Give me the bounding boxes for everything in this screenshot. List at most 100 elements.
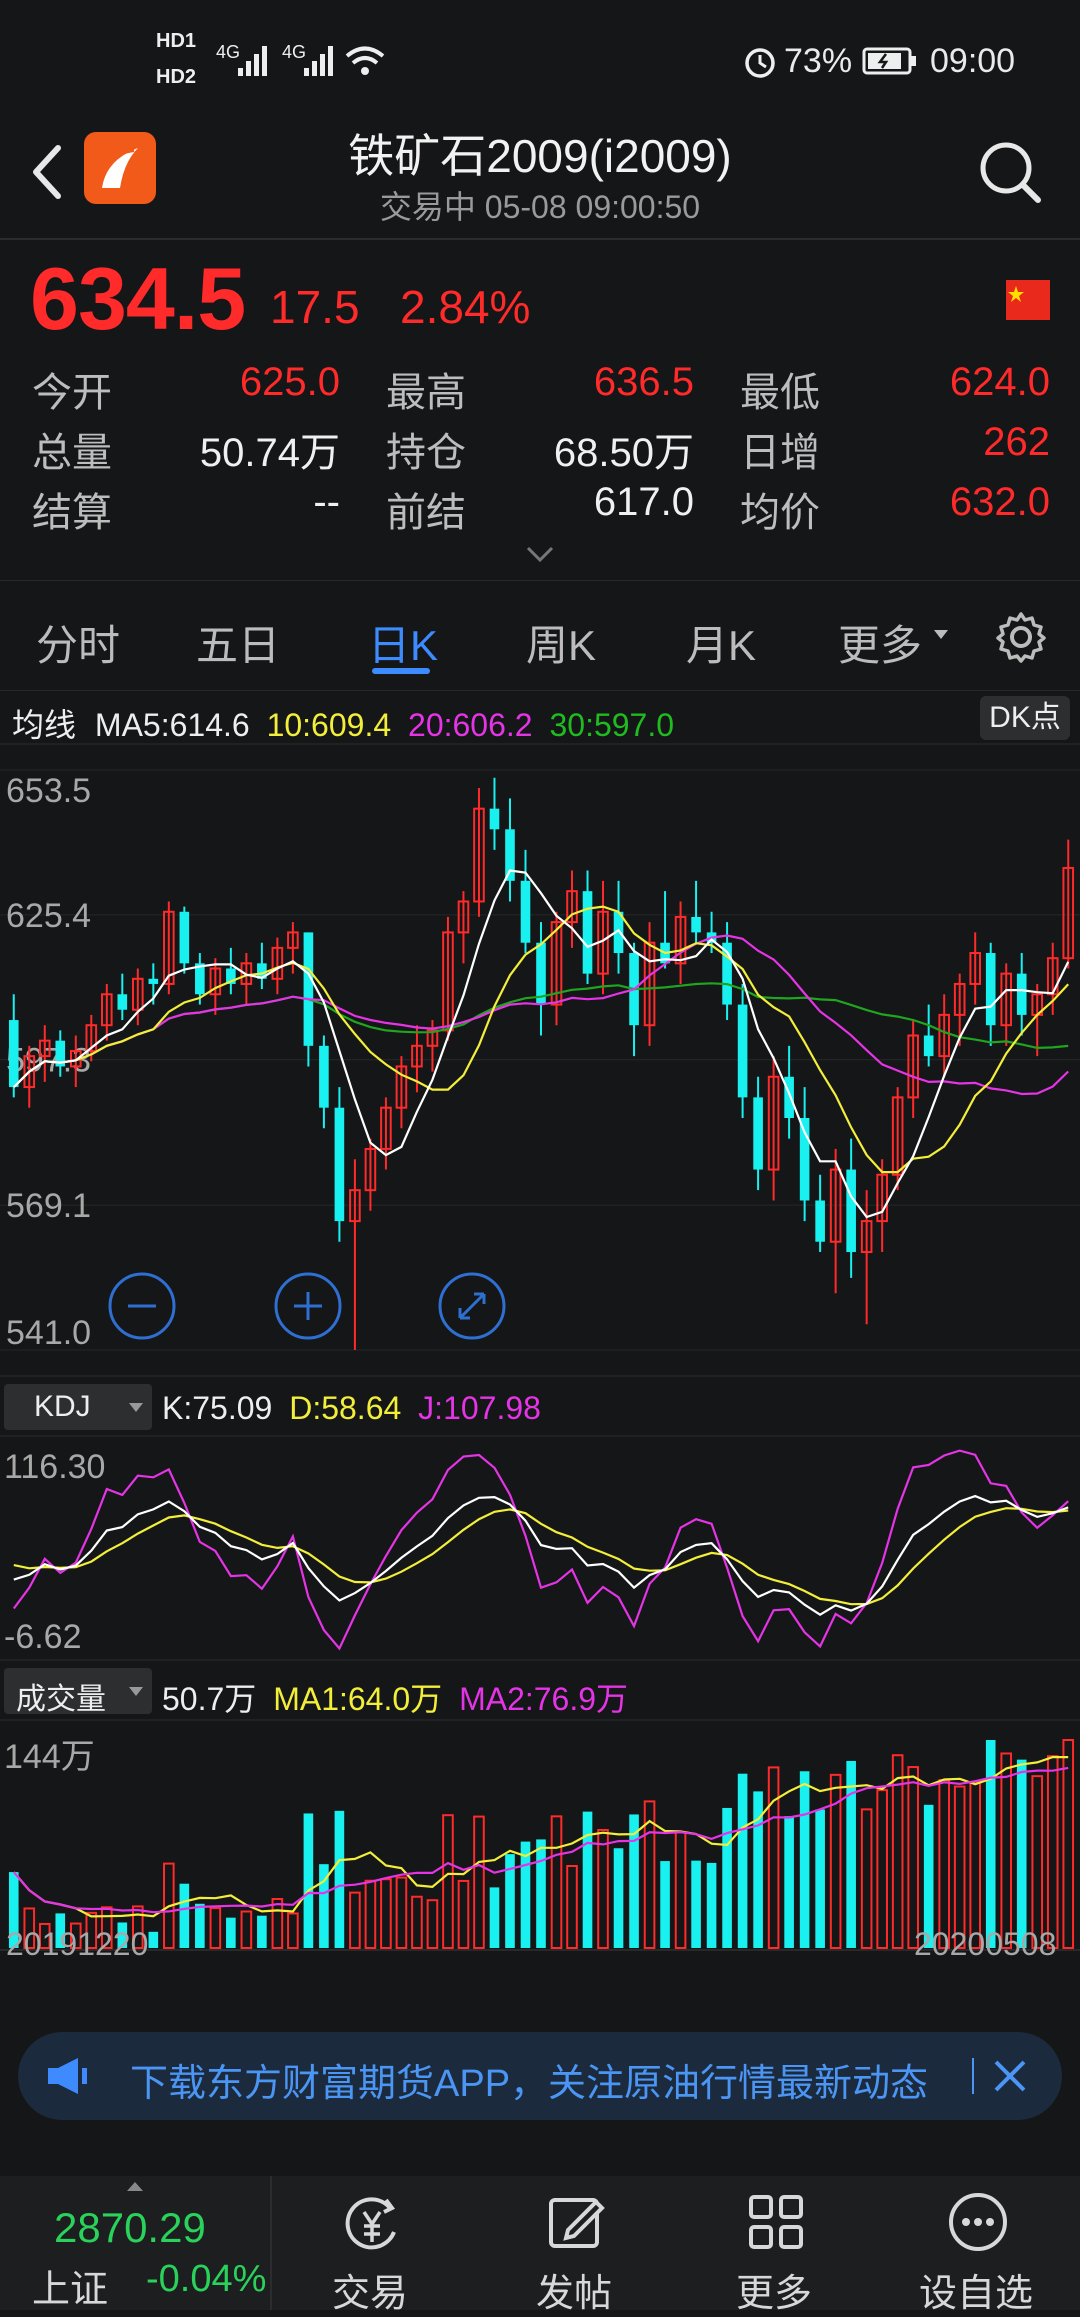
stat-label-daily-increase: 日增 (740, 431, 820, 475)
candle-body-down (8, 1020, 19, 1088)
tab-more[interactable]: 更多 (838, 612, 922, 673)
stat-value-daily-increase: 262 (983, 420, 1050, 464)
tab-weekly-k[interactable]: 周K (526, 612, 596, 673)
page-title: 铁矿石2009(i2009) (348, 130, 732, 182)
volume-bar-up (767, 1766, 780, 1950)
battery-percent: 73% (784, 42, 853, 80)
tab-daily-k[interactable]: 日K (368, 612, 438, 673)
kdj-d-line (13, 1507, 1069, 1606)
nav-trade[interactable]: 交易 (270, 2176, 470, 2315)
volume-bar-up (271, 1898, 284, 1950)
promo-banner[interactable]: 下载东方财富期货APP，关注原油行情最新动态 (18, 2032, 1062, 2120)
expand-chevron-icon[interactable] (524, 544, 556, 566)
volume-bar-down (691, 1860, 701, 1948)
volume-bar-down (660, 1861, 670, 1948)
volume-bar-down (815, 1809, 825, 1948)
stat-label-low: 最低 (740, 371, 820, 415)
volume-bar-up (457, 1879, 470, 1949)
kdj-selector-label: KDJ (34, 1390, 91, 1423)
volume-bar-down (582, 1811, 593, 1948)
volume-bar-down (536, 1839, 546, 1948)
status-bar: HD1 HD2 4G 4G 73% 09:00 (0, 0, 1080, 120)
stat-label-settlement: 结算 (32, 491, 112, 535)
volume-bar-down (737, 1773, 748, 1948)
volume-bar-down (613, 1848, 624, 1948)
volume-bar-up (349, 1891, 361, 1949)
nav-more[interactable]: 更多 (674, 2176, 874, 2315)
candle-body-down (582, 891, 593, 974)
kdj-tick-label: 116.30 (4, 1448, 105, 1486)
end-date-label: 20200508 (914, 1926, 1057, 1962)
candle-body-down (334, 1107, 345, 1222)
trading-status: 交易中 05-08 09:00:50 (379, 189, 701, 225)
volume-bar-up (674, 1831, 687, 1950)
chart-area[interactable]: 均线 MA5:614.6 10:609.4 20:606.2 30:597.0 … (0, 690, 1080, 1980)
candle-body-down (303, 932, 314, 1046)
index-value: 2870.29 (54, 2204, 206, 2251)
kdj-k-value: K:75.09 (162, 1390, 273, 1426)
kdj-selector[interactable]: KDJ (4, 1384, 152, 1430)
index-ticker[interactable]: 2870.29 上证 -0.04% (0, 2176, 272, 2311)
tab-strip-peek (0, 2140, 1080, 2176)
volume-selector[interactable]: 成交量 (4, 1668, 152, 1716)
candle-body-down (117, 994, 128, 1010)
zoom-out-icon[interactable] (106, 1270, 178, 1342)
volume-bar-up (364, 1879, 377, 1950)
kdj-dropdown-icon (129, 1403, 143, 1412)
nav-trade-label: 交易 (331, 2273, 408, 2315)
nav-more-label: 更多 (735, 2273, 812, 2315)
volume-bar-down (520, 1841, 531, 1948)
volume-bar-up (969, 1781, 982, 1949)
volume-bar-up (442, 1814, 454, 1949)
close-icon[interactable] (990, 2056, 1030, 2096)
bottom-bar: 2870.29 上证 -0.04% 交易 发帖 更多 设自选 (0, 2176, 1080, 2315)
candle-body-down (784, 1076, 794, 1118)
stat-label-open: 今开 (32, 371, 112, 415)
signal-icon (238, 46, 267, 76)
candle-body-down (148, 978, 159, 984)
stat-value-open: 625.0 (239, 360, 340, 404)
volume-tick-label: 144万 (4, 1738, 95, 1776)
period-tabs: 分时 五日 日K 周K 月K 更多 (0, 582, 1080, 690)
stat-label-volume: 总量 (32, 431, 112, 475)
volume-ma2-value: MA2:76.9万 (459, 1681, 629, 1717)
stat-label-avg-price: 均价 (740, 491, 820, 535)
tab-five-day[interactable]: 五日 (196, 612, 280, 673)
fullscreen-icon[interactable] (436, 1270, 508, 1342)
zoom-in-icon[interactable] (272, 1270, 344, 1342)
volume-bar-up (473, 1815, 485, 1950)
dropdown-triangle-icon (934, 630, 948, 639)
volume-bar-down (985, 1740, 996, 1948)
volume-bar-down (846, 1760, 856, 1948)
stat-value-settlement: -- (313, 480, 340, 524)
candle-body-down (923, 1035, 934, 1057)
candle-body-down (489, 808, 500, 830)
megaphone-icon (48, 2058, 87, 2094)
stat-label-prev-settlement: 前结 (386, 491, 466, 535)
volume-bar-up (209, 1907, 222, 1949)
kdj-tick-label: -6.62 (4, 1618, 82, 1656)
stat-value-low: 624.0 (949, 360, 1050, 404)
settings-gear-icon[interactable] (994, 610, 1048, 664)
search-icon[interactable] (976, 138, 1046, 208)
yen-trade-icon (345, 2197, 396, 2250)
signal-icon-2 (304, 46, 333, 76)
tab-monthly-k[interactable]: 月K (686, 612, 756, 673)
tab-intraday[interactable]: 分时 (36, 612, 120, 673)
price-tick-label: 625.4 (6, 897, 91, 935)
volume-bar-up (380, 1878, 392, 1950)
volume-legend: 50.7万 MA1:64.0万 MA2:76.9万 (162, 1674, 628, 1720)
volume-bar-up (907, 1766, 919, 1950)
volume-bar-up (876, 1789, 888, 1949)
price-tick-label: 541.0 (6, 1314, 91, 1352)
volume-bar-up (566, 1865, 578, 1950)
volume-bar-down (195, 1903, 205, 1948)
volume-bar-up (1062, 1739, 1075, 1949)
nav-add-watchlist[interactable]: 设自选 (876, 2176, 1076, 2315)
volume-bar-up (1000, 1752, 1013, 1949)
candle-body-down (319, 1045, 329, 1108)
volume-bar-down (706, 1862, 717, 1948)
nav-post[interactable]: 发帖 (474, 2176, 674, 2315)
volume-bar-up (860, 1808, 873, 1950)
kdj-legend: K:75.09 D:58.64 J:107.98 (162, 1390, 541, 1427)
